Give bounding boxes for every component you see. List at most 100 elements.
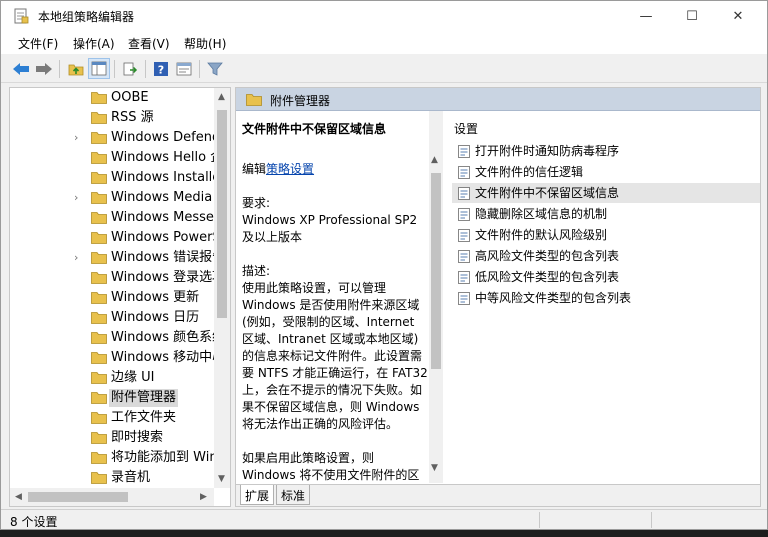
- tree-item-label: 将功能添加到 Windows: [111, 450, 214, 465]
- tab-extended[interactable]: 扩展: [240, 485, 275, 505]
- folder-icon: [91, 132, 107, 144]
- tree-item[interactable]: RSS 源: [10, 108, 214, 128]
- tree-item[interactable]: 录音机: [10, 468, 214, 488]
- tree-item-label: 边缘 UI: [111, 370, 155, 385]
- folder-icon: [91, 352, 107, 364]
- details-header-title: 附件管理器: [270, 94, 331, 108]
- tab-standard[interactable]: 标准: [276, 485, 311, 505]
- minimize-button[interactable]: —: [623, 1, 669, 32]
- folder-icon: [91, 432, 107, 444]
- expand-chevron-icon[interactable]: [74, 311, 84, 325]
- tree-item[interactable]: Windows Installer: [10, 168, 214, 188]
- menu-action[interactable]: 操作(A): [73, 35, 115, 52]
- tree-item[interactable]: Windows PowerShell: [10, 228, 214, 248]
- setting-row[interactable]: 文件附件的信任逻辑: [452, 162, 760, 182]
- expand-chevron-icon[interactable]: [74, 391, 84, 405]
- setting-row[interactable]: 文件附件中不保留区域信息: [452, 183, 760, 203]
- folder-icon: [91, 452, 107, 464]
- scroll-up-icon[interactable]: ▲: [218, 92, 225, 102]
- folder-icon: [91, 112, 107, 124]
- expand-chevron-icon[interactable]: [74, 291, 84, 305]
- tree-item[interactable]: › Windows Media Player: [10, 188, 214, 208]
- close-button[interactable]: ✕: [715, 1, 761, 32]
- tree-item[interactable]: 将功能添加到 Windows: [10, 448, 214, 468]
- policy-setting-icon: [458, 166, 470, 179]
- tree-item[interactable]: › Windows 错误报告: [10, 248, 214, 268]
- tree-item[interactable]: 即时搜索: [10, 428, 214, 448]
- expand-chevron-icon[interactable]: [74, 231, 84, 245]
- expand-chevron-icon[interactable]: [74, 151, 84, 165]
- expand-chevron-icon[interactable]: [74, 351, 84, 365]
- setting-row[interactable]: 中等风险文件类型的包含列表: [452, 288, 760, 308]
- edit-policy-link[interactable]: 策略设置: [266, 162, 314, 176]
- tree-item-label: OOBE: [111, 90, 149, 105]
- expand-chevron-icon[interactable]: [74, 211, 84, 225]
- export-list-icon[interactable]: [119, 58, 141, 79]
- tree-item[interactable]: Windows 登录选项: [10, 268, 214, 288]
- scroll-down-icon[interactable]: ▼: [218, 474, 225, 484]
- scroll-up-icon[interactable]: ▲: [431, 155, 438, 165]
- scroll-thumb[interactable]: [217, 110, 227, 318]
- expand-chevron-icon[interactable]: ›: [74, 191, 84, 205]
- details-header: 附件管理器: [236, 88, 760, 111]
- tree-item[interactable]: › Windows Defender: [10, 128, 214, 148]
- setting-row[interactable]: 文件附件的默认风险级别: [452, 225, 760, 245]
- status-text: 8 个设置: [10, 515, 58, 529]
- setting-row[interactable]: 低风险文件类型的包含列表: [452, 267, 760, 287]
- expand-chevron-icon[interactable]: [74, 111, 84, 125]
- tree-item[interactable]: Windows Hello 企业版: [10, 148, 214, 168]
- properties-icon[interactable]: [173, 58, 195, 79]
- expand-chevron-icon[interactable]: [74, 171, 84, 185]
- scroll-right-icon[interactable]: ▶: [200, 492, 207, 502]
- scroll-thumb[interactable]: [431, 173, 441, 369]
- settings-list: 设置 打开附件时通知防病毒程序 文件附件的信任逻辑 文件附件中不保留区域信息 隐藏删除…: [446, 111, 760, 483]
- expand-chevron-icon[interactable]: [74, 431, 84, 445]
- filter-icon[interactable]: [204, 58, 226, 79]
- tree-item[interactable]: 附件管理器: [10, 388, 214, 408]
- toolbar-separator: [114, 60, 115, 78]
- forward-arrow-icon[interactable]: [33, 58, 55, 79]
- scroll-left-icon[interactable]: ◀: [15, 492, 22, 502]
- details-pane: 附件管理器 文件附件中不保留区域信息 编辑策略设置 要求: Windows XP…: [235, 87, 761, 507]
- expand-chevron-icon[interactable]: [74, 331, 84, 345]
- expand-chevron-icon[interactable]: [74, 371, 84, 385]
- expand-chevron-icon[interactable]: [74, 471, 84, 485]
- tree-item[interactable]: 边缘 UI: [10, 368, 214, 388]
- menu-view[interactable]: 查看(V): [128, 35, 170, 52]
- scroll-down-icon[interactable]: ▼: [431, 463, 438, 473]
- scroll-thumb[interactable]: [28, 492, 128, 502]
- tree-item[interactable]: Windows 更新: [10, 288, 214, 308]
- description-scrollbar[interactable]: ▲ ▼: [429, 111, 443, 483]
- menu-help[interactable]: 帮助(H): [184, 35, 226, 52]
- maximize-button[interactable]: ☐: [669, 1, 715, 32]
- tree-item[interactable]: Windows 颜色系统: [10, 328, 214, 348]
- folder-icon: [91, 232, 107, 244]
- tree-item[interactable]: Windows Messenger: [10, 208, 214, 228]
- setting-row[interactable]: 打开附件时通知防病毒程序: [452, 141, 760, 161]
- tree-vertical-scrollbar[interactable]: ▲ ▼: [214, 88, 230, 488]
- tree-item[interactable]: 工作文件夹: [10, 408, 214, 428]
- show-tree-icon[interactable]: [88, 58, 110, 79]
- back-arrow-icon[interactable]: [10, 58, 32, 79]
- status-divider: [539, 512, 540, 528]
- tree-item[interactable]: Windows 移动中心: [10, 348, 214, 368]
- help-icon[interactable]: ?: [150, 58, 172, 79]
- expand-chevron-icon[interactable]: [74, 451, 84, 465]
- tree-item[interactable]: Windows 日历: [10, 308, 214, 328]
- tree-horizontal-scrollbar[interactable]: ◀ ▶: [10, 488, 214, 506]
- edit-prefix: 编辑: [242, 162, 267, 176]
- column-header-setting[interactable]: 设置: [454, 120, 478, 137]
- up-folder-icon[interactable]: [65, 58, 87, 79]
- expand-chevron-icon[interactable]: ›: [74, 251, 84, 265]
- expand-chevron-icon[interactable]: ›: [74, 131, 84, 145]
- expand-chevron-icon[interactable]: [74, 271, 84, 285]
- tree-item-label: 附件管理器: [109, 389, 179, 407]
- tree-item[interactable]: OOBE: [10, 88, 214, 108]
- tree-item-label: Windows 移动中心: [111, 350, 214, 365]
- setting-row[interactable]: 高风险文件类型的包含列表: [452, 246, 760, 266]
- menu-file[interactable]: 文件(F): [18, 35, 58, 52]
- setting-row[interactable]: 隐藏删除区域信息的机制: [452, 204, 760, 224]
- expand-chevron-icon[interactable]: [74, 91, 84, 105]
- policy-setting-icon: [458, 145, 470, 158]
- expand-chevron-icon[interactable]: [74, 411, 84, 425]
